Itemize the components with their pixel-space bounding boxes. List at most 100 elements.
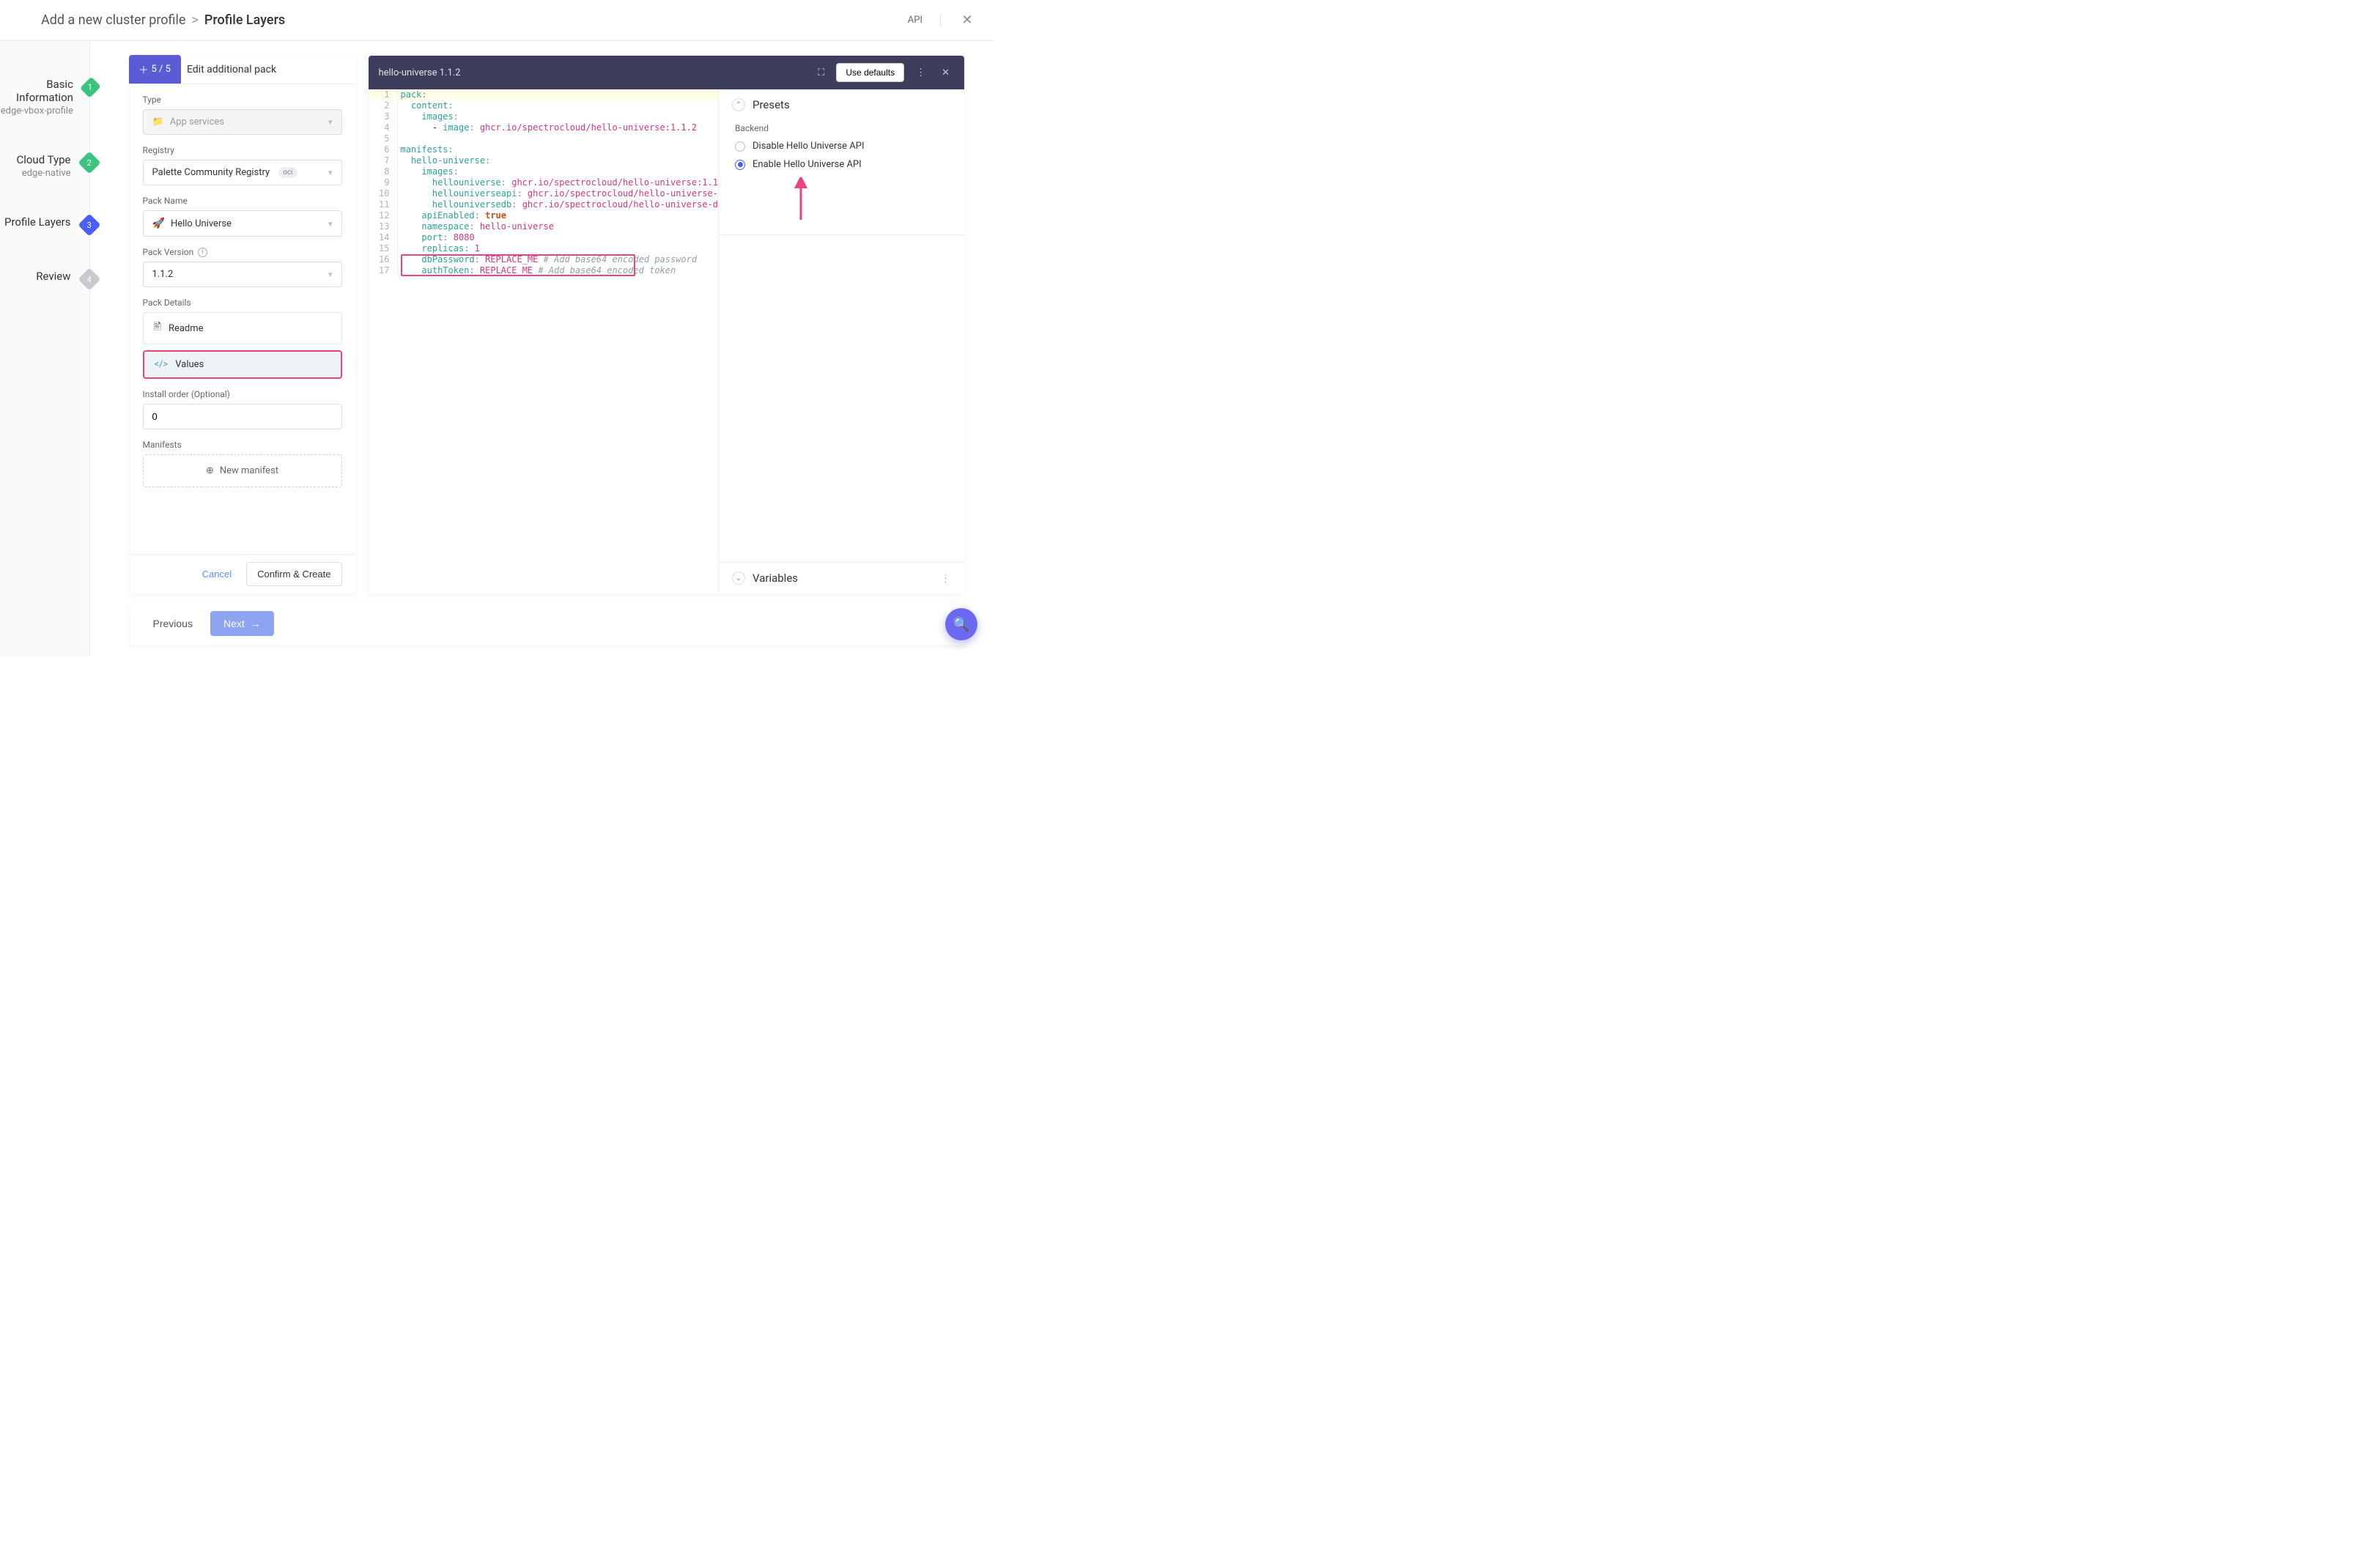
code-line[interactable]: 11 hellouniversedb: ghcr.io/spectrocloud… xyxy=(369,199,719,210)
installorder-input[interactable] xyxy=(143,404,342,429)
step-title: Basic Information xyxy=(0,78,73,104)
packname-select[interactable]: 🚀 Hello Universe ▾ xyxy=(143,210,342,237)
step-review[interactable]: Review 4 xyxy=(0,262,89,293)
pack-form-panel: ＋ 5 / 5 Edit additional pack Type 📁 App … xyxy=(130,56,355,593)
arrow-right-icon: → xyxy=(251,618,261,629)
readme-label: Readme xyxy=(169,323,204,334)
code-line[interactable]: 2 content: xyxy=(369,100,719,111)
folder-icon: 📁 xyxy=(152,117,164,127)
registry-select[interactable]: Palette Community Registry OCI ▾ xyxy=(143,160,342,185)
expand-icon[interactable]: ⛶ xyxy=(813,67,829,78)
code-icon: </> xyxy=(155,359,169,370)
plus-icon: ＋ 5 / 5 xyxy=(139,62,171,76)
close-icon[interactable]: ✕ xyxy=(958,12,976,28)
code-line[interactable]: 4 - image: ghcr.io/spectrocloud/hello-un… xyxy=(369,122,719,133)
step-title: Profile Layers xyxy=(4,215,71,229)
code-line[interactable]: 8 images: xyxy=(369,166,719,177)
packdetails-label: Pack Details xyxy=(143,297,342,308)
step-title: Review xyxy=(36,270,70,283)
new-manifest-button[interactable]: ⊕ New manifest xyxy=(143,454,342,487)
kebab-icon[interactable]: ⋮ xyxy=(911,67,930,78)
code-line[interactable]: 6manifests: xyxy=(369,144,719,155)
code-line[interactable]: 7 hello-universe: xyxy=(369,155,719,166)
radio-icon xyxy=(735,160,745,170)
wizard-nav-bar: Previous Next → xyxy=(130,602,965,645)
packname-value: Hello Universe xyxy=(171,218,232,229)
code-line[interactable]: 10 hellouniverseapi: ghcr.io/spectroclou… xyxy=(369,188,719,199)
code-header: hello-universe 1.1.2 ⛶ Use defaults ⋮ ✕ xyxy=(369,56,965,89)
chevron-down-icon[interactable]: ⌄ xyxy=(732,572,745,585)
code-line[interactable]: 13 namespace: hello-universe xyxy=(369,221,719,232)
annotation-arrow-icon xyxy=(794,177,808,221)
presets-panel: ⌃ Presets Backend Disable Hello Universe… xyxy=(719,89,964,593)
breadcrumb-separator: > xyxy=(191,12,198,28)
chevron-down-icon: ▾ xyxy=(328,117,333,127)
registry-value: Palette Community Registry xyxy=(152,167,270,178)
packversion-value: 1.1.2 xyxy=(152,269,174,280)
radio-enable-api[interactable]: Enable Hello Universe API xyxy=(735,159,948,170)
api-link[interactable]: API xyxy=(908,15,941,26)
registry-label: Registry xyxy=(143,145,342,155)
packversion-select[interactable]: 1.1.2 ▾ xyxy=(143,262,342,287)
values-label: Values xyxy=(175,359,204,370)
previous-button[interactable]: Previous xyxy=(144,612,201,635)
chevron-down-icon: ▾ xyxy=(328,270,333,279)
radio-label: Enable Hello Universe API xyxy=(752,159,862,170)
step-basic-information[interactable]: Basic Information edge-vbox-profile 1 xyxy=(0,70,89,122)
backend-label: Backend xyxy=(735,123,948,133)
code-line[interactable]: 1pack: xyxy=(369,89,719,100)
step-subtitle: edge-native xyxy=(16,168,70,179)
code-panel: hello-universe 1.1.2 ⛶ Use defaults ⋮ ✕ … xyxy=(369,56,965,593)
code-filename: hello-universe 1.1.2 xyxy=(379,67,807,78)
code-line[interactable]: 14 port: 8080 xyxy=(369,232,719,243)
installorder-label: Install order (Optional) xyxy=(143,389,342,399)
readme-tab[interactable]: 🖹 Readme xyxy=(143,312,342,344)
presets-header[interactable]: ⌃ Presets xyxy=(719,89,964,120)
rocket-icon: 🚀 xyxy=(152,218,165,229)
radio-disable-api[interactable]: Disable Hello Universe API xyxy=(735,141,948,152)
chevron-up-icon[interactable]: ⌃ xyxy=(732,98,745,111)
radio-label: Disable Hello Universe API xyxy=(752,141,865,152)
close-editor-icon[interactable]: ✕ xyxy=(937,67,954,78)
plus-circle-icon: ⊕ xyxy=(206,465,214,476)
breadcrumb-current: Profile Layers xyxy=(204,12,285,28)
next-button[interactable]: Next → xyxy=(210,611,274,636)
code-line[interactable]: 9 hellouniverse: ghcr.io/spectrocloud/he… xyxy=(369,177,719,188)
values-tab[interactable]: </> Values xyxy=(143,350,342,379)
code-line[interactable]: 15 replicas: 1 xyxy=(369,243,719,254)
next-label: Next xyxy=(223,618,245,629)
yaml-editor[interactable]: 1pack:2 content:3 images:4 - image: ghcr… xyxy=(369,89,720,593)
code-line[interactable]: 3 images: xyxy=(369,111,719,122)
document-icon: 🖹 xyxy=(154,320,161,336)
step-title: Cloud Type xyxy=(16,153,70,166)
breadcrumb-prev[interactable]: Add a new cluster profile xyxy=(41,12,185,28)
new-manifest-label: New manifest xyxy=(220,465,278,476)
help-fab[interactable]: 🔍 xyxy=(945,608,977,640)
code-line[interactable]: 16 dbPassword: REPLACE_ME # Add base64 e… xyxy=(369,254,719,265)
form-header: ＋ 5 / 5 xyxy=(129,55,181,84)
header: Add a new cluster profile > Profile Laye… xyxy=(0,0,994,41)
type-select[interactable]: 📁 App services ▾ xyxy=(143,109,342,135)
radio-icon xyxy=(735,141,745,152)
code-line[interactable]: 12 apiEnabled: true xyxy=(369,210,719,221)
kebab-icon[interactable]: ⋮ xyxy=(940,572,951,585)
type-value: App services xyxy=(170,117,224,127)
cancel-button[interactable]: Cancel xyxy=(193,562,240,586)
breadcrumb: Add a new cluster profile > Profile Laye… xyxy=(41,12,285,28)
variables-header[interactable]: ⌄ Variables ⋮ xyxy=(719,562,964,593)
step-cloud-type[interactable]: Cloud Type edge-native 2 xyxy=(0,146,89,185)
use-defaults-button[interactable]: Use defaults xyxy=(836,63,904,82)
variables-title: Variables xyxy=(752,572,798,585)
wizard-steps: Basic Information edge-vbox-profile 1 Cl… xyxy=(0,41,90,657)
confirm-create-button[interactable]: Confirm & Create xyxy=(246,562,341,586)
type-label: Type xyxy=(143,95,342,105)
code-line[interactable]: 5 xyxy=(369,133,719,144)
step-subtitle: edge-vbox-profile xyxy=(0,106,73,117)
info-icon[interactable]: i xyxy=(198,248,207,257)
step-profile-layers[interactable]: Profile Layers 3 xyxy=(0,208,89,239)
chevron-down-icon: ▾ xyxy=(328,168,333,177)
form-title: Edit additional pack xyxy=(181,64,276,75)
chevron-down-icon: ▾ xyxy=(328,219,333,229)
search-icon: 🔍 xyxy=(953,617,969,632)
code-line[interactable]: 17 authToken: REPLACE_ME # Add base64 en… xyxy=(369,265,719,276)
